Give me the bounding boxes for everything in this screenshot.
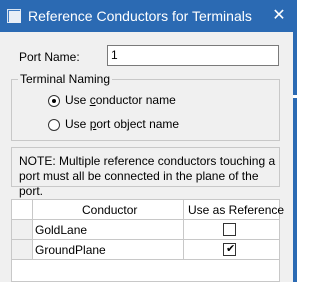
column-header-use-as-reference[interactable]: Use as Reference bbox=[184, 200, 284, 220]
port-name-input[interactable]: 1 bbox=[107, 45, 279, 66]
radio-button[interactable] bbox=[48, 119, 60, 131]
row-header[interactable] bbox=[12, 220, 33, 240]
close-icon: ✕ bbox=[272, 7, 286, 24]
terminal-naming-title: Terminal Naming bbox=[18, 72, 113, 86]
checkmark-icon: ✔ bbox=[226, 243, 236, 255]
table-row-conductor[interactable]: GoldLane bbox=[33, 220, 184, 240]
conductor-name: GoldLane bbox=[35, 223, 88, 237]
use-as-reference-checkbox[interactable] bbox=[223, 223, 236, 236]
app-icon bbox=[7, 9, 21, 23]
table-row-use-as-reference bbox=[184, 220, 279, 240]
table-row-conductor[interactable]: GroundPlane bbox=[33, 240, 184, 260]
dialog-window: Reference Conductors for Terminals ✕ Por… bbox=[0, 0, 297, 282]
note-text: NOTE: Multiple reference conductors touc… bbox=[19, 154, 276, 198]
radio-label: Use conductor name bbox=[65, 93, 176, 107]
use-as-reference-checkbox-checked[interactable]: ✔ bbox=[223, 243, 236, 256]
reference-conductors-table: Conductor Use as Reference GoldLane Grou… bbox=[11, 199, 284, 282]
radio-button-selected[interactable] bbox=[48, 95, 60, 107]
table-row-use-as-reference: ✔ bbox=[184, 240, 279, 260]
title-bar[interactable]: Reference Conductors for Terminals ✕ bbox=[0, 0, 297, 32]
window-title: Reference Conductors for Terminals bbox=[28, 8, 252, 24]
window-edge bbox=[293, 32, 297, 282]
radio-label: Use port object name bbox=[65, 117, 180, 131]
row-header[interactable] bbox=[12, 240, 33, 260]
close-button[interactable]: ✕ bbox=[266, 3, 292, 29]
column-header-conductor[interactable]: Conductor bbox=[33, 200, 184, 220]
corner-cell bbox=[12, 200, 33, 220]
port-name-label: Port Name: bbox=[19, 50, 80, 64]
terminal-naming-group bbox=[11, 79, 280, 141]
conductor-name: GroundPlane bbox=[35, 243, 106, 257]
